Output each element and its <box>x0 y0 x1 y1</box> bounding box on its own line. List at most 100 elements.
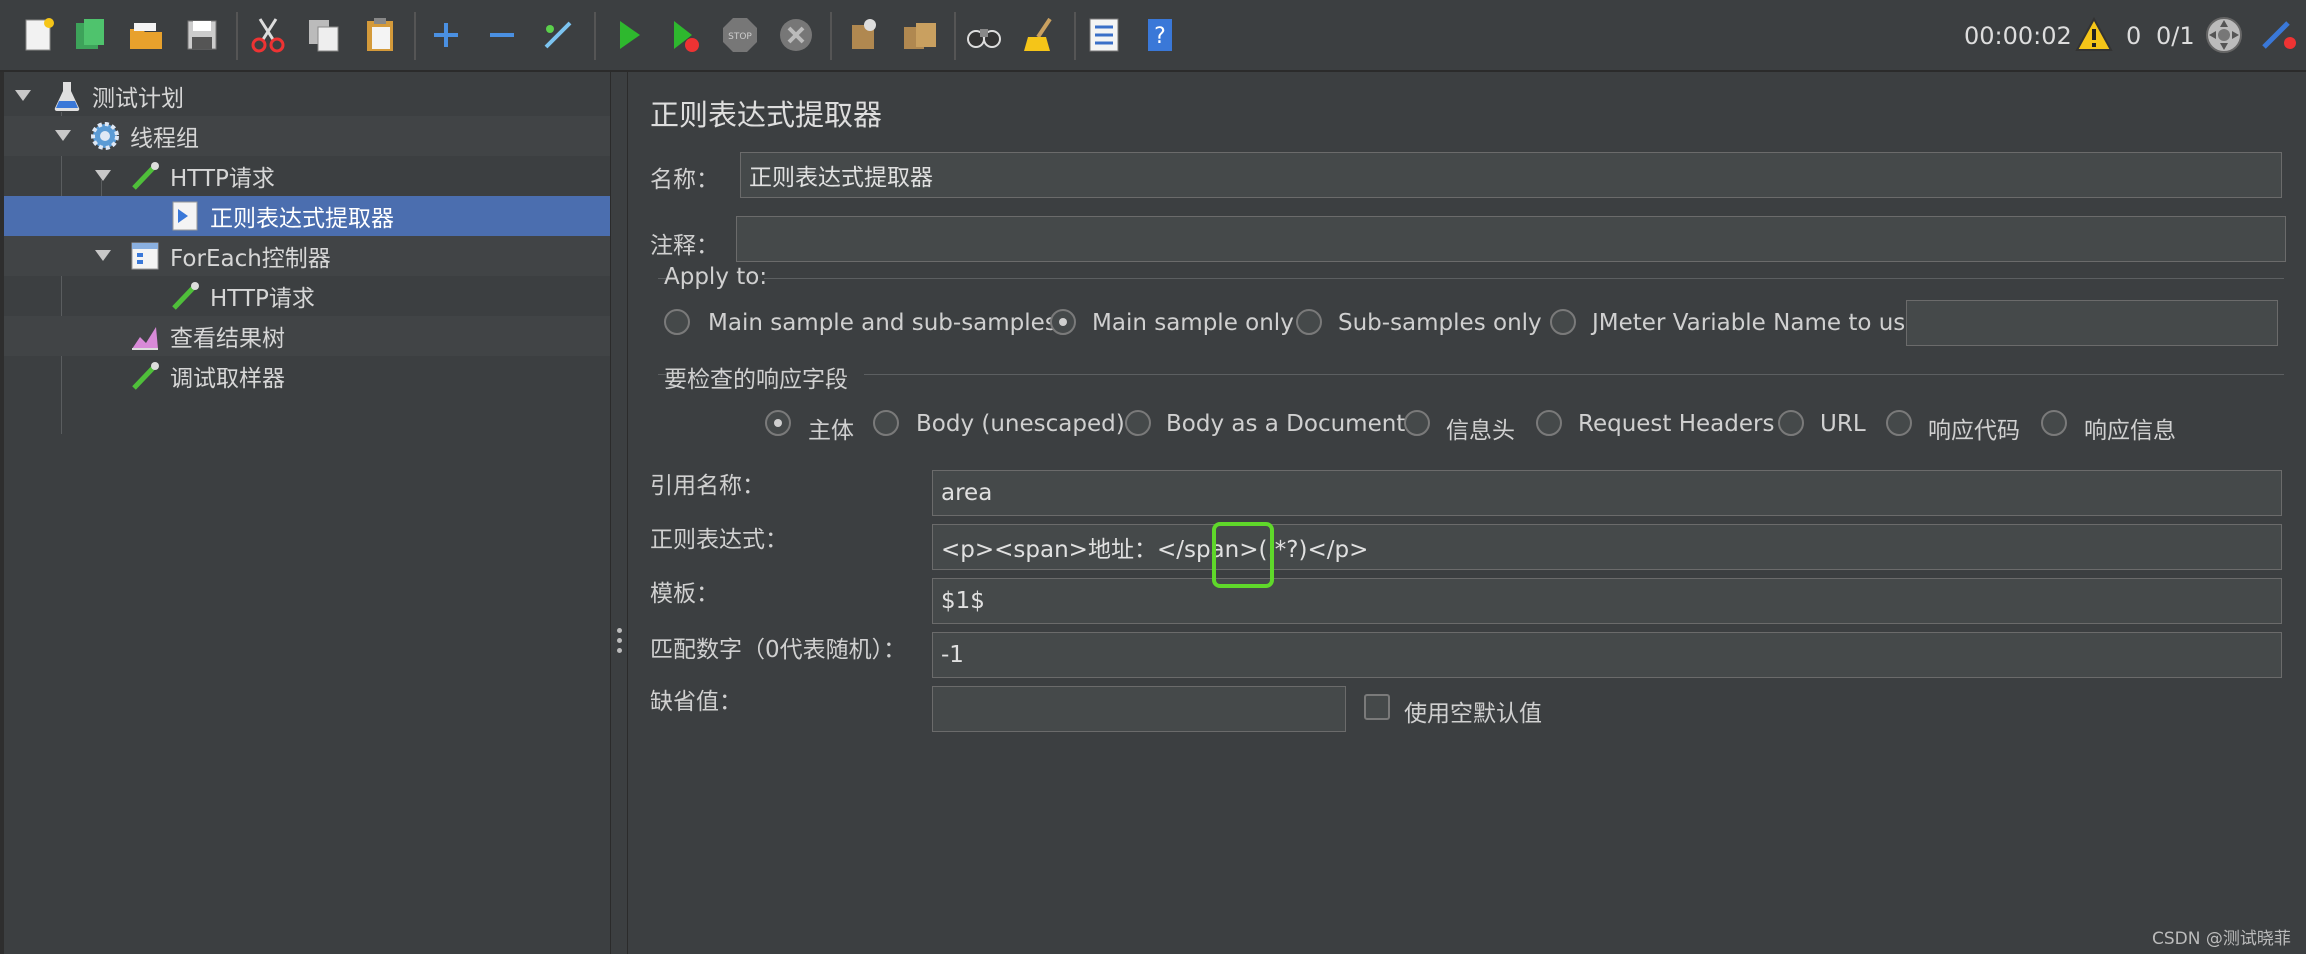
tree-item-label: HTTP请求 <box>170 166 275 192</box>
apply-main-only-label: Main sample only <box>1092 310 1294 336</box>
svg-text:STOP: STOP <box>728 32 752 42</box>
field-response-code-radio[interactable] <box>1886 410 1912 436</box>
warning-count: 0 <box>2126 22 2142 50</box>
search-icon[interactable] <box>962 13 1006 57</box>
tree-item-thread-group[interactable]: 线程组 <box>4 116 610 156</box>
tree-item-foreach-controller[interactable]: ForEach控制器 <box>4 236 610 276</box>
open-icon[interactable] <box>124 13 168 57</box>
tree-item-regex-extractor[interactable]: 正则表达式提取器 <box>4 196 610 236</box>
toolbar: STOP ? 00:00:02 0 0/1 <box>0 0 2306 72</box>
name-label: 名称： <box>650 167 719 193</box>
field-request-headers-label: Request Headers <box>1578 411 1775 437</box>
name-input[interactable]: 正则表达式提取器 <box>740 152 2282 198</box>
new-icon[interactable] <box>16 13 60 57</box>
field-body-document-radio[interactable] <box>1125 410 1151 436</box>
tree-item-label: 正则表达式提取器 <box>210 206 394 232</box>
field-url-radio[interactable] <box>1778 410 1804 436</box>
function-helper-icon[interactable] <box>1082 13 1126 57</box>
match-no-input[interactable]: -1 <box>932 632 2282 678</box>
warning-icon[interactable] <box>2072 13 2116 57</box>
tree-item-label: 调试取样器 <box>170 366 285 392</box>
expand-icon[interactable] <box>424 13 468 57</box>
field-response-message-radio[interactable] <box>2041 410 2067 436</box>
flask-icon <box>54 82 80 112</box>
start-no-pauses-icon[interactable] <box>662 13 706 57</box>
tree-item-label: 测试计划 <box>92 86 184 112</box>
apply-main-only-radio[interactable] <box>1050 309 1076 335</box>
apply-variable-radio[interactable] <box>1550 309 1576 335</box>
tree-item-label: HTTP请求 <box>210 286 315 312</box>
test-plan-tree: 测试计划 线程组 HTTP请求 正则表达式提取器 ForEach控制器 HTTP… <box>0 72 610 954</box>
tree-item-view-results-tree[interactable]: 查看结果树 <box>4 316 610 356</box>
pipette-icon <box>132 362 159 390</box>
regex-capture-highlight <box>1212 522 1274 588</box>
apply-to-legend: Apply to: <box>664 264 768 290</box>
svg-text:?: ? <box>1154 24 1166 49</box>
apply-sub-only-radio[interactable] <box>1296 309 1322 335</box>
comment-input[interactable] <box>736 216 2286 262</box>
elapsed-timer: 00:00:02 <box>1964 22 2072 50</box>
cut-icon[interactable] <box>246 13 290 57</box>
remote-icon[interactable] <box>2202 13 2246 57</box>
regex-input[interactable]: <p><span>地址：</span>(.*?)</p> <box>932 524 2282 570</box>
help-icon[interactable]: ? <box>1138 13 1182 57</box>
field-response-code-label: 响应代码 <box>1928 418 2020 444</box>
paste-icon[interactable] <box>358 13 402 57</box>
comment-label: 注释： <box>650 233 719 259</box>
field-url-label: URL <box>1820 411 1866 437</box>
apply-main-and-sub-label: Main sample and sub-samples <box>708 310 1057 336</box>
use-empty-default-label: 使用空默认值 <box>1404 701 1542 727</box>
apply-variable-label: JMeter Variable Name to use <box>1592 310 1920 336</box>
field-body-radio[interactable] <box>765 410 791 436</box>
clear-all-icon[interactable] <box>898 13 942 57</box>
field-body-label: 主体 <box>808 418 854 444</box>
ref-name-input[interactable]: area <box>932 470 2282 516</box>
collapse-icon[interactable] <box>480 13 524 57</box>
template-label: 模板： <box>650 581 719 607</box>
template-input[interactable]: $1$ <box>932 578 2282 624</box>
toggle-icon[interactable] <box>536 13 580 57</box>
ref-name-label: 引用名称： <box>650 473 765 499</box>
tree-item-label: ForEach控制器 <box>170 246 331 272</box>
active-threads: 0/1 <box>2156 22 2195 50</box>
tree-item-label: 线程组 <box>130 126 199 152</box>
field-body-unescaped-label: Body (unescaped) <box>916 411 1125 437</box>
regex-label: 正则表达式： <box>650 527 788 553</box>
start-icon[interactable] <box>606 13 650 57</box>
regex-extractor-panel: 正则表达式提取器 名称： 正则表达式提取器 注释： Apply to: Main… <box>628 72 2306 954</box>
stop-icon[interactable]: STOP <box>718 13 762 57</box>
default-value-label: 缺省值： <box>650 689 742 715</box>
field-request-headers-radio[interactable] <box>1536 410 1562 436</box>
tree-item-http-request[interactable]: HTTP请求 <box>4 156 610 196</box>
save-icon[interactable] <box>180 13 224 57</box>
copy-icon[interactable] <box>302 13 346 57</box>
match-no-label: 匹配数字（0代表随机）： <box>650 637 907 663</box>
pipette-icon <box>172 282 199 310</box>
tree-item-http-request-2[interactable]: HTTP请求 <box>4 276 610 316</box>
chart-icon <box>132 327 158 350</box>
use-empty-default-checkbox[interactable] <box>1364 694 1390 720</box>
apply-sub-only-label: Sub-samples only <box>1338 310 1542 336</box>
pipette-icon <box>132 162 159 190</box>
field-body-unescaped-radio[interactable] <box>873 410 899 436</box>
watermark: CSDN @测试晓菲 <box>2152 929 2291 949</box>
controller-icon <box>131 242 159 270</box>
field-body-document-label: Body as a Document <box>1166 411 1406 437</box>
shutdown-icon[interactable] <box>774 13 818 57</box>
split-pane-divider[interactable] <box>610 72 628 954</box>
field-check-legend: 要检查的响应字段 <box>664 367 848 393</box>
field-response-message-label: 响应信息 <box>2084 418 2176 444</box>
templates-icon[interactable] <box>68 13 112 57</box>
variable-name-input[interactable] <box>1906 300 2278 346</box>
default-value-input[interactable] <box>932 686 1346 732</box>
apply-main-and-sub-radio[interactable] <box>664 309 690 335</box>
tree-item-test-plan[interactable]: 测试计划 <box>4 76 610 116</box>
page-title: 正则表达式提取器 <box>650 98 883 132</box>
clear-icon[interactable] <box>842 13 886 57</box>
field-headers-radio[interactable] <box>1404 410 1430 436</box>
reset-search-icon[interactable] <box>1018 13 1062 57</box>
log-viewer-icon[interactable] <box>2256 13 2300 57</box>
tree-item-debug-sampler[interactable]: 调试取样器 <box>4 356 610 396</box>
gear-icon <box>91 122 119 150</box>
tree-item-label: 查看结果树 <box>170 326 285 352</box>
